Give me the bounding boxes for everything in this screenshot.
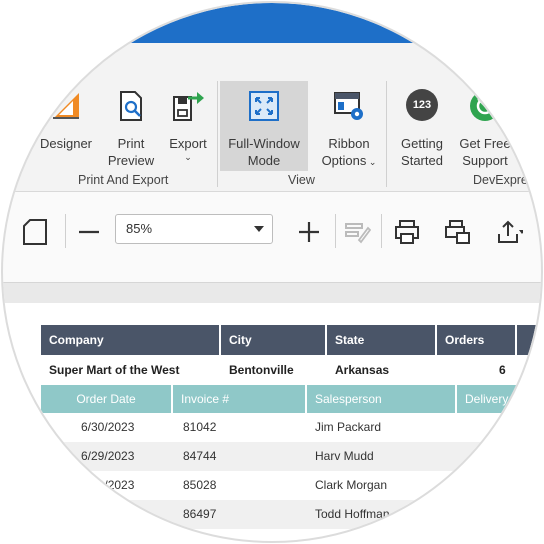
group-separator: [386, 81, 387, 187]
zoom-select[interactable]: 85%: [115, 214, 273, 244]
zoom-out-icon[interactable]: [75, 218, 103, 246]
header-extra: [517, 325, 541, 355]
circular-frame: Designer Print Preview Export ⌄ Full-Win…: [3, 3, 541, 541]
order-date: 6/23/2023: [81, 478, 135, 492]
get-free-support-button[interactable]: Get Free Support: [453, 81, 517, 171]
toolbar-separator: [335, 214, 336, 248]
company-city: Bentonville: [229, 363, 294, 377]
ribbon-options-button[interactable]: Ribbon Options ⌄: [316, 81, 382, 171]
print-preview-icon: [120, 91, 142, 121]
full-window-mode-button[interactable]: Full-Window Mode: [220, 81, 308, 171]
company-state: Arkansas: [335, 363, 390, 377]
support-icon: [470, 91, 500, 121]
toolbar-separator: [381, 214, 382, 248]
salesperson: Harv Mudd: [315, 449, 374, 463]
ribbon-options-label: Ribbon Options ⌄: [316, 135, 382, 171]
getting-started-label: Getting Started: [401, 136, 443, 168]
export-chevron-down-icon: ⌄: [184, 152, 192, 162]
document-background: [3, 283, 541, 303]
company-name: Super Mart of the West: [49, 363, 180, 377]
subheader-order-date: Order Date: [41, 385, 171, 413]
salesperson: Todd Hoffman: [315, 507, 390, 521]
page-setup-icon[interactable]: [21, 218, 49, 246]
designer-label: Designer: [39, 136, 93, 151]
print-icon[interactable]: [393, 218, 421, 246]
table-row: 86497 Todd Hoffman: [41, 500, 541, 529]
invoice-number: 81042: [183, 420, 217, 434]
subheader-salesperson: Salesperson: [307, 385, 455, 413]
quick-print-icon[interactable]: [443, 218, 471, 246]
group-label-print-export: Print And Export: [78, 173, 169, 187]
getting-started-icon: 123: [406, 89, 438, 121]
group-label-view: View: [288, 173, 315, 187]
print-preview-button[interactable]: Print Preview: [101, 81, 161, 171]
order-date: 6/29/2023: [81, 449, 135, 463]
export-icon: [173, 92, 204, 121]
ribbon: Designer Print Preview Export ⌄ Full-Win…: [3, 43, 541, 192]
salesperson: Clark Morgan: [315, 478, 388, 492]
export-to-icon[interactable]: [495, 218, 523, 246]
table-row: 6/29/2023 84744 Harv Mudd: [41, 442, 541, 471]
order-date: 6/30/2023: [81, 420, 135, 434]
full-window-label: Full-Window Mode: [228, 136, 300, 168]
toolbar-separator: [65, 214, 66, 248]
header-company: Company: [41, 325, 219, 355]
header-city: City: [221, 325, 325, 355]
company-orders: 6: [499, 363, 506, 377]
dropdown-arrow-icon: [254, 226, 264, 232]
group-separator: [217, 81, 218, 187]
group-label-devexpress: DevExpres: [473, 173, 535, 187]
zoom-in-icon[interactable]: [295, 218, 323, 246]
subheader-delivery: Delivery: [457, 385, 541, 413]
export-label: Export ⌄: [163, 135, 213, 162]
subheader-invoice: Invoice #: [173, 385, 305, 413]
print-preview-label: Print Preview: [107, 136, 155, 168]
ribbon-options-icon: [334, 92, 363, 120]
table-row: 6/30/2023 81042 Jim Packard: [41, 413, 541, 442]
designer-button[interactable]: Designer: [33, 81, 99, 171]
full-window-icon: [249, 91, 279, 121]
export-label-text: Export: [169, 136, 207, 151]
get-free-support-label: Get Free Support: [459, 136, 511, 168]
edit-fields-icon[interactable]: [343, 218, 371, 246]
ribbon-options-label-text: Ribbon Options: [321, 136, 370, 168]
getting-started-button[interactable]: 123 Getting Started: [393, 81, 451, 171]
zoom-value: 85%: [126, 221, 153, 236]
designer-icon: [53, 93, 79, 119]
table-row: 6/23/2023 85028 Clark Morgan: [41, 471, 541, 500]
preview-toolbar: 85%: [3, 192, 541, 283]
header-orders: Orders: [437, 325, 515, 355]
header-state: State: [327, 325, 435, 355]
ribbon-options-chevron-down-icon: ⌄: [366, 157, 377, 167]
invoice-number: 86497: [183, 507, 217, 521]
invoice-number: 85028: [183, 478, 217, 492]
invoice-number: 84744: [183, 449, 217, 463]
export-button[interactable]: Export ⌄: [163, 81, 213, 171]
salesperson: Jim Packard: [315, 420, 382, 434]
title-bar: [3, 3, 541, 43]
